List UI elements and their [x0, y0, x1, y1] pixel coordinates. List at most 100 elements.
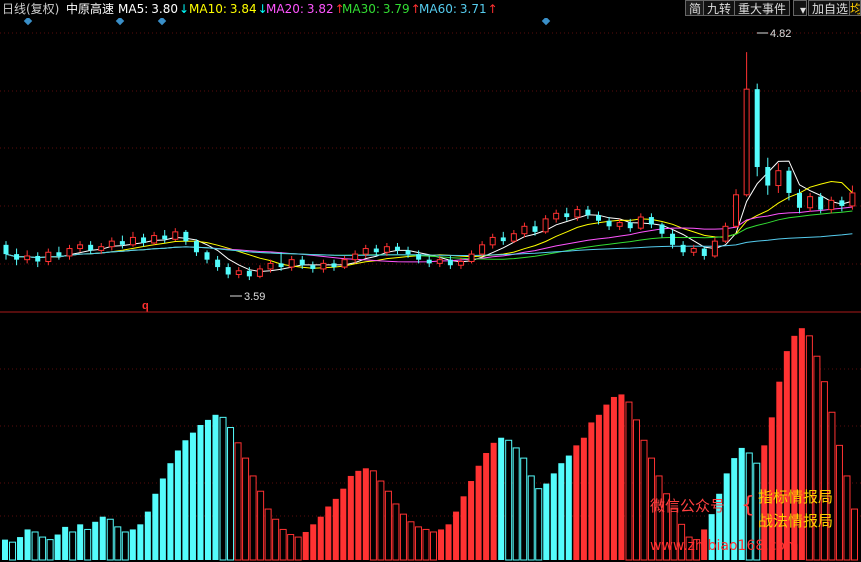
indicator-bar — [257, 490, 265, 561]
event-markers[interactable] — [23, 16, 551, 26]
candle-body — [839, 200, 845, 206]
indicator-bar — [422, 528, 430, 561]
grid-lines — [0, 32, 861, 517]
more-button[interactable]: 均 — [849, 0, 861, 16]
candle-body — [108, 240, 115, 248]
stock-name: 中原高速 — [66, 2, 115, 16]
events-dropdown-button[interactable]: ▾ — [793, 0, 807, 17]
period-label[interactable]: 日线(复权) — [2, 2, 59, 16]
candle-body — [606, 220, 612, 227]
candle-body — [35, 255, 41, 262]
indicator-bar — [377, 480, 385, 561]
indicator-bar — [550, 473, 557, 560]
candle-body — [331, 263, 337, 268]
indicator-bar — [618, 394, 625, 560]
major-events-button[interactable]: 重大事件 — [734, 0, 791, 16]
candle-body — [119, 241, 125, 245]
ma60-item: MA60: 3.71↑ — [419, 2, 498, 16]
indicator-bar — [520, 457, 528, 561]
indicator-bar — [407, 521, 415, 561]
indicator-bar — [347, 475, 354, 560]
indicator-bar — [242, 457, 250, 561]
indicator-bar — [294, 536, 302, 561]
candle-body — [670, 233, 676, 245]
candle-body — [765, 167, 771, 186]
candle-body — [521, 225, 528, 235]
indicator-bar — [355, 470, 362, 560]
indicator-bar — [438, 529, 445, 560]
candle-body — [373, 248, 379, 253]
indicator-bar — [2, 539, 9, 560]
kline-chart[interactable]: 4.82 3.59 q — [0, 0, 861, 562]
triangle-down-icon: ▾ — [800, 3, 807, 17]
indicator-bar — [453, 511, 460, 560]
candle-body — [701, 248, 707, 256]
indicator-bar — [317, 516, 324, 560]
indicator-bar — [828, 411, 836, 561]
indicator-bar — [392, 503, 400, 561]
candle-body — [256, 268, 263, 277]
indicator-bar — [543, 483, 550, 560]
candle-body — [648, 217, 654, 225]
candle-body — [447, 259, 453, 266]
indicator-bar — [603, 404, 610, 560]
indicator-bar — [77, 524, 84, 560]
indicator-bar — [445, 524, 452, 560]
watermark-wechat: 微信公众号 — [650, 497, 726, 515]
candle-body — [141, 237, 147, 243]
indicator-bar — [505, 439, 513, 561]
watermark-indicator: 指标情报局 — [758, 488, 834, 506]
simple-mode-button[interactable]: 简 — [685, 0, 706, 16]
candle-body — [733, 194, 740, 227]
indicator-bar — [264, 508, 272, 561]
indicator-bar — [302, 531, 309, 560]
candle-body — [162, 235, 168, 240]
indicator-bar — [114, 526, 122, 561]
indicator-bar — [558, 463, 565, 560]
candle-body — [24, 255, 31, 261]
event-marker-icon — [157, 16, 167, 26]
indicator-bar — [24, 529, 31, 560]
indicator-bar — [573, 445, 580, 560]
candle-body — [797, 192, 803, 208]
candle-body — [352, 253, 359, 261]
candle-body — [3, 244, 9, 255]
add-watchlist-button[interactable]: 加自选 — [808, 0, 853, 16]
candle-body — [299, 259, 305, 266]
candle-body — [690, 248, 697, 253]
indicator-bar — [31, 531, 39, 561]
indicator-bar — [460, 496, 467, 560]
candle-body — [98, 246, 105, 251]
candle-body — [849, 192, 856, 207]
indicator-bar — [46, 539, 54, 561]
ma20-item: MA20: 3.82↑ — [266, 2, 345, 16]
indicator-bar — [234, 442, 242, 561]
indicator-bar — [152, 493, 159, 560]
indicator-bar — [340, 488, 347, 560]
indicator-bar — [527, 475, 535, 561]
candle-body — [183, 231, 189, 242]
lower-indicator-bars[interactable] — [2, 328, 859, 561]
event-marker-icon — [23, 16, 33, 26]
event-marker-icon — [115, 16, 125, 26]
indicator-bar — [69, 531, 77, 561]
jiuzhuan-button[interactable]: 九转 — [703, 0, 736, 16]
candle-body — [680, 244, 686, 253]
candle-body — [246, 270, 252, 277]
candle-body — [786, 170, 792, 193]
indicator-bar — [843, 475, 851, 561]
ma10-item: MA10: 3.84↓ — [189, 2, 268, 16]
candle-body — [585, 209, 591, 216]
indicator-bar — [167, 463, 174, 560]
indicator-bar — [279, 528, 287, 561]
indicator-bar — [197, 424, 204, 560]
candle-body — [56, 252, 62, 256]
indicator-bar — [414, 526, 422, 561]
candle-body — [542, 218, 549, 233]
candle-body — [288, 259, 295, 268]
candle-body — [204, 252, 210, 260]
candle-body — [595, 215, 601, 221]
candle-body — [88, 244, 94, 251]
indicator-bar — [535, 488, 543, 561]
candle-body — [510, 233, 517, 242]
